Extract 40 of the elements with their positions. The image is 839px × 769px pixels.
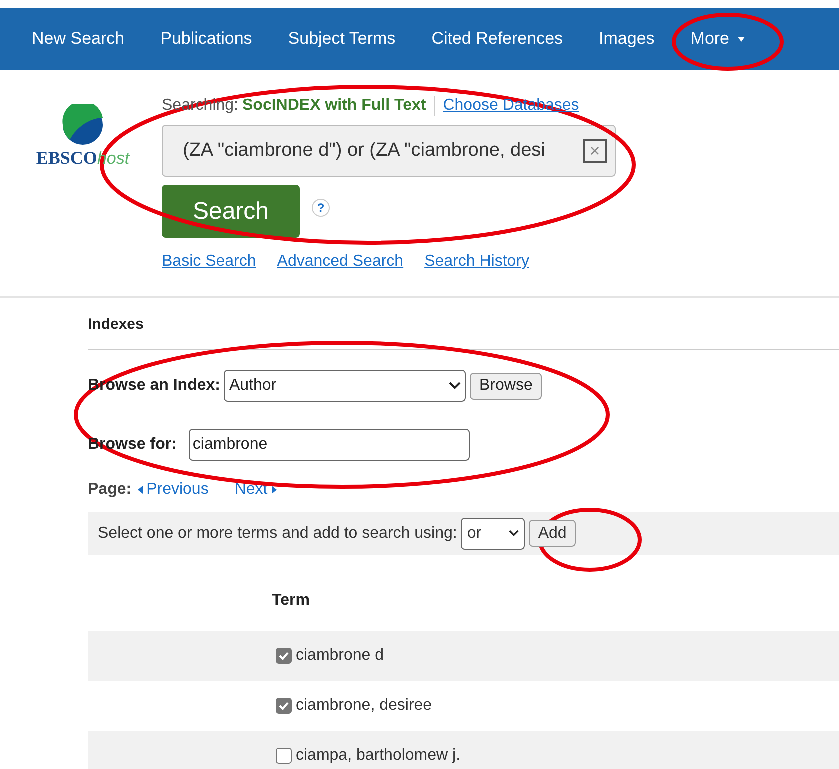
operator-select[interactable]: or [461, 518, 526, 550]
checkbox[interactable] [276, 648, 292, 664]
chevron-icon [509, 530, 520, 537]
nav-link[interactable]: Cited References [432, 26, 564, 52]
term-text[interactable]: ciampa, bartholomew j. [296, 744, 461, 768]
browse-button[interactable]: Browse [470, 372, 542, 400]
checkmark-icon [279, 702, 289, 710]
search-mode-link[interactable]: Basic Search [162, 250, 256, 274]
chevron-icon [449, 382, 462, 390]
clear-button[interactable]: × [583, 139, 607, 163]
index-select[interactable]: Author [224, 370, 466, 402]
column-header: Term [271, 591, 311, 611]
right-caret-icon [272, 486, 277, 494]
add-button[interactable]: Add [529, 520, 576, 547]
select-instructions: Select one or more terms and add to search using: [98, 524, 458, 544]
term-text[interactable]: ciambrone, desiree [296, 694, 432, 718]
nav-link[interactable]: Images [599, 26, 655, 52]
nav-link[interactable]: New Search [32, 26, 125, 52]
search-field[interactable]: (ZA "ciambrone d") or (ZA "ciambrone, desi × [162, 125, 616, 177]
checkmark-icon [279, 652, 289, 660]
page-label: Page: [88, 480, 132, 500]
nav-link[interactable]: Publications [160, 26, 252, 52]
logo-icon [62, 104, 104, 146]
browse-for-field[interactable]: ciambrone [188, 429, 470, 461]
nav-link[interactable]: Subject Terms [288, 26, 396, 52]
checkbox[interactable] [276, 698, 292, 714]
search-button[interactable]: Search [162, 185, 300, 238]
caret-icon [738, 36, 745, 42]
previous-link[interactable]: Previous [138, 478, 209, 502]
search-mode-link[interactable]: Advanced Search [277, 250, 404, 274]
checkbox[interactable] [276, 748, 292, 764]
more-menu[interactable]: More [690, 26, 745, 52]
help-icon[interactable]: ? [312, 198, 330, 216]
section-title: Indexes [88, 315, 145, 334]
search-mode-link[interactable]: Search History [424, 250, 530, 274]
query-text: (ZA "ciambrone d") or (ZA "ciambrone, desi [183, 138, 546, 163]
term-text[interactable]: ciambrone d [296, 644, 384, 668]
left-caret-icon [138, 486, 143, 494]
next-link[interactable]: Next [234, 478, 277, 502]
database-name: SocINDEX with Full Text [242, 96, 426, 116]
